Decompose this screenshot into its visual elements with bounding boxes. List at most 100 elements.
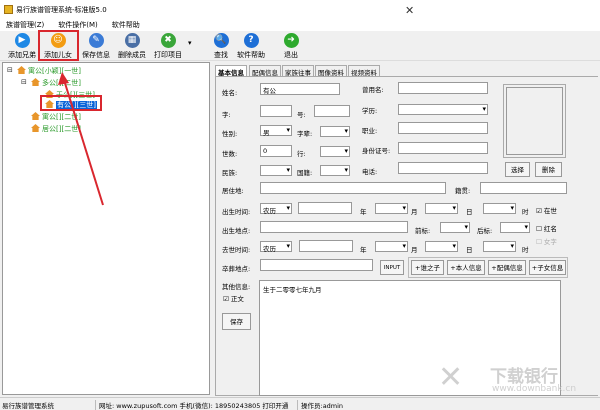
residence-input[interactable] <box>260 182 446 194</box>
generation-label: 世数: <box>222 150 238 158</box>
toolbar-button-4[interactable]: ✖ 打印项目 <box>150 33 186 60</box>
birth-month-select[interactable] <box>375 203 408 214</box>
play-icon: ▶ <box>14 33 30 48</box>
photo-select-button[interactable]: 选择 <box>505 162 530 177</box>
collapse-toggle[interactable]: ⊟ <box>21 78 27 86</box>
add-self-info-button[interactable]: +本人信息 <box>447 260 485 275</box>
tree-node[interactable]: 寓公[][二世] <box>31 112 81 122</box>
tab-videos[interactable]: 视频资料 <box>348 65 380 77</box>
other-info-label: 其他信息: <box>222 283 251 291</box>
house-icon <box>31 124 40 132</box>
death-day-select[interactable] <box>425 241 458 252</box>
menu-genealogy[interactable]: 族谱管理(Z) <box>6 21 44 29</box>
rank-label: 行: <box>297 150 306 158</box>
gender-select[interactable]: 男 <box>260 125 292 137</box>
education-select[interactable] <box>398 104 488 115</box>
female-checkbox: ☐ 女字 <box>536 238 557 246</box>
toolbar-button-7[interactable]: ➜ 退出 <box>273 33 309 60</box>
prefix-label: 前标: <box>415 227 431 235</box>
toolbar-label: 添加兄弟 <box>8 51 36 59</box>
phone-label: 电话: <box>362 168 378 176</box>
death-year-input[interactable] <box>299 240 353 252</box>
toolbar-label: 保存信息 <box>82 51 110 59</box>
toolbar-button-3[interactable]: ▦ 删除成员 <box>114 33 150 60</box>
origin-label: 籍贯: <box>455 187 471 195</box>
rank-select[interactable] <box>320 146 350 157</box>
burial-input[interactable] <box>260 259 373 271</box>
hao-label: 号: <box>297 111 306 119</box>
birth-day-select[interactable] <box>425 203 458 214</box>
tree-node[interactable]: 寓公[小颖][一世] <box>17 66 81 76</box>
hour-label: 时 <box>522 246 529 254</box>
toolbar-button-2[interactable]: ✎ 保存信息 <box>78 33 114 60</box>
toolbar-label: 软件帮助 <box>237 51 265 59</box>
tree-node[interactable]: 于公[][三世] <box>45 90 95 100</box>
former-name-input[interactable] <box>398 82 488 94</box>
birthplace-input[interactable] <box>260 221 408 233</box>
menu-bar: 族谱管理(Z) 软件操作(M) 软件帮助 <box>0 20 600 31</box>
add-children-info-button[interactable]: +子女信息 <box>529 260 566 275</box>
person-icon: ☺ <box>50 33 66 48</box>
status-bar: 易行族谱管理系统 网址: www.zupusoft.com 手机(微信): 18… <box>0 397 600 410</box>
grid-icon: ▦ <box>124 33 140 48</box>
id-number-input[interactable] <box>398 142 488 154</box>
close-icon[interactable]: ✕ <box>405 4 414 17</box>
photo-delete-button[interactable]: 删除 <box>535 162 562 177</box>
generation-char-select[interactable] <box>320 126 350 137</box>
death-hour-select[interactable] <box>483 241 516 252</box>
nationality-label: 国籍: <box>297 169 313 177</box>
phone-input[interactable] <box>398 162 488 174</box>
add-parent-button[interactable]: +谁之子 <box>411 260 444 275</box>
toolbar-button-1[interactable]: ☺ 添加儿女 <box>40 33 76 60</box>
zi-input[interactable] <box>260 105 292 117</box>
collapse-toggle[interactable]: ⊟ <box>7 66 13 74</box>
toolbar-label: 退出 <box>284 51 298 59</box>
death-month-select[interactable] <box>375 241 408 252</box>
toolbar-button-0[interactable]: ▶ 添加兄弟 <box>4 33 40 60</box>
death-calendar-select[interactable]: 农历 <box>260 241 292 253</box>
hao-input[interactable] <box>314 105 350 117</box>
death-time-label: 去世时间: <box>222 246 251 254</box>
toolbar-label: 删除成员 <box>118 51 146 59</box>
toolbar-label: 添加儿女 <box>44 51 72 59</box>
menu-help[interactable]: 软件帮助 <box>112 21 140 29</box>
alive-checkbox[interactable]: ☑ 在世 <box>536 205 557 215</box>
tree-node-selected[interactable]: 有公[][三世] <box>45 100 97 110</box>
tools-icon: ✖ <box>160 33 176 48</box>
nationality-select[interactable] <box>320 165 350 176</box>
tree-node[interactable]: 多公[][二世] <box>31 78 81 88</box>
save-button[interactable]: 保存 <box>222 313 251 330</box>
birth-calendar-select[interactable]: 农历 <box>260 203 292 215</box>
year-label: 年 <box>360 208 367 216</box>
toolbar-button-6[interactable]: ? 软件帮助 <box>233 33 269 60</box>
tab-basic-info[interactable]: 基本信息 <box>215 65 247 77</box>
birth-year-input[interactable] <box>298 202 352 214</box>
body-text-checkbox[interactable]: ☑ 正文 <box>223 293 244 303</box>
job-input[interactable] <box>398 122 488 134</box>
zi-label: 字: <box>222 111 231 119</box>
add-spouse-info-button[interactable]: +配偶信息 <box>488 260 526 275</box>
family-tree[interactable]: ⊟ 寓公[小颖][一世] ⊟ 多公[][二世] 于公[][三世] 有公[][三世… <box>2 62 210 395</box>
toolbar-label: 打印项目 <box>154 51 182 59</box>
origin-input[interactable] <box>480 182 567 194</box>
generation-input[interactable]: 0 <box>260 145 292 157</box>
tab-spouse-info[interactable]: 配偶信息 <box>249 65 281 77</box>
ethnicity-select[interactable] <box>260 165 292 176</box>
prefix-select[interactable] <box>440 222 470 233</box>
suffix-select[interactable] <box>500 222 530 233</box>
birthplace-label: 出生地点: <box>222 227 251 235</box>
input-button[interactable]: INPUT <box>380 260 404 275</box>
day-label: 日 <box>466 246 473 254</box>
menu-operations[interactable]: 软件操作(M) <box>58 21 98 29</box>
tab-family-history[interactable]: 家族往事 <box>282 65 314 77</box>
job-label: 职业: <box>362 127 378 135</box>
name-input[interactable]: 有公 <box>260 83 340 95</box>
house-icon <box>17 66 26 74</box>
birth-hour-select[interactable] <box>483 203 516 214</box>
tree-node[interactable]: 居公[][二世] <box>31 124 81 134</box>
print-dropdown-icon[interactable]: ▾ <box>188 39 192 47</box>
tab-images[interactable]: 图像资料 <box>315 65 347 77</box>
app-icon <box>4 5 13 14</box>
hour-label: 时 <box>522 208 529 216</box>
red-name-checkbox[interactable]: ☐ 红名 <box>536 223 557 233</box>
